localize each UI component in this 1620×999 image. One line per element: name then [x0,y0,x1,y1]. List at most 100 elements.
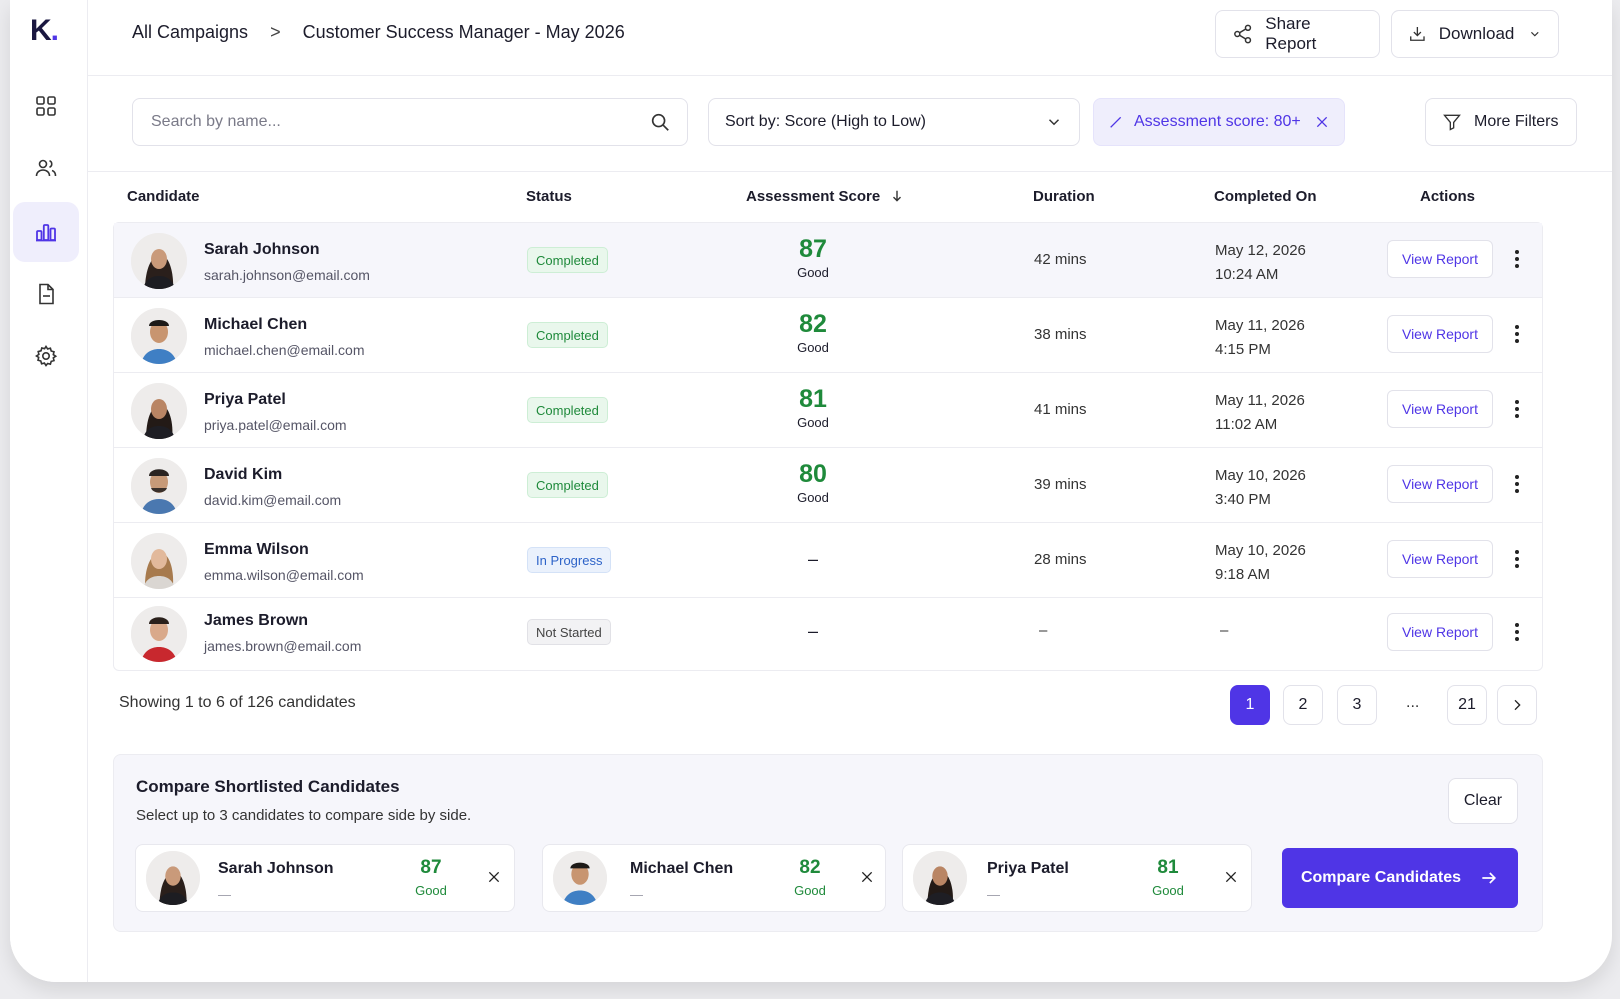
candidate-name[interactable]: Michael Chen [204,316,307,334]
column-header-completed-on: Completed On [1214,188,1317,205]
avatar [131,233,187,289]
avatar [553,851,607,905]
candidates-table: Sarah Johnson sarah.johnson@email.com Co… [113,222,1543,671]
pagination-summary: Showing 1 to 6 of 126 candidates [119,694,356,711]
view-report-button[interactable]: View Report [1387,315,1493,353]
close-icon[interactable] [1314,114,1330,130]
sort-dropdown[interactable]: Sort by: Score (High to Low) [708,98,1080,146]
close-icon[interactable] [486,869,502,885]
avatar [131,308,187,364]
view-report-button[interactable]: View Report [1387,465,1493,503]
compare-candidates-button[interactable]: Compare Candidates [1282,848,1518,908]
compare-panel: Compare Shortlisted Candidates Select up… [113,754,1543,932]
download-icon [1410,26,1425,41]
column-header-candidate: Candidate [127,188,200,205]
more-filters-button[interactable]: More Filters [1425,98,1577,146]
next-page-button[interactable] [1497,685,1537,725]
table-row[interactable]: Emma Wilson emma.wilson@email.com In Pro… [114,523,1542,598]
candidate-name[interactable]: Emma Wilson [204,541,309,559]
page-button-3[interactable]: 3 [1337,685,1377,725]
score-empty: – [807,549,818,569]
duration: – [1039,622,1048,639]
download-label: Download [1438,24,1515,43]
compare-card-score-value: 87 [420,857,442,878]
completed-date: May 10, 2026 [1215,542,1306,559]
completed-on: May 11, 2026 11:02 AM [1215,389,1305,437]
table-header: Candidate Status Assessment Score Durati… [88,172,1612,222]
kebab-icon[interactable] [1507,620,1527,644]
compare-card[interactable]: Sarah Johnson — 87 Good [135,844,515,912]
candidate-email: michael.chen@email.com [204,342,365,358]
close-icon[interactable] [1223,869,1239,885]
compare-candidates-label: Compare Candidates [1300,869,1462,886]
table-row[interactable]: David Kim david.kim@email.com Completed … [114,448,1542,523]
completed-on: May 10, 2026 3:40 PM [1215,464,1306,512]
status-badge: Completed [527,247,608,273]
status-badge: Completed [527,472,608,498]
kebab-icon[interactable] [1507,247,1527,271]
breadcrumb-all-campaigns[interactable]: All Campaigns [132,22,248,43]
table-row[interactable]: James Brown james.brown@email.com Not St… [114,598,1542,670]
kebab-icon[interactable] [1507,397,1527,421]
view-report-button[interactable]: View Report [1387,613,1493,651]
nav-analytics[interactable] [13,202,79,262]
compare-card-score-label: Good [1152,883,1184,898]
status-badge: Completed [527,322,608,348]
score-cell: – [778,535,848,570]
compare-card[interactable]: Michael Chen — 82 Good [542,844,886,912]
candidate-name[interactable]: Priya Patel [204,391,286,409]
share-report-button[interactable]: Share Report [1215,10,1380,58]
filter-icon [1443,114,1461,131]
document-icon [39,283,54,305]
compare-card-name: Sarah Johnson [218,860,334,877]
candidate-name[interactable]: James Brown [204,612,308,630]
avatar [131,533,187,589]
table-row[interactable]: Priya Patel priya.patel@email.com Comple… [114,373,1542,448]
view-report-button[interactable]: View Report [1387,390,1493,428]
table-row[interactable]: Sarah Johnson sarah.johnson@email.com Co… [114,223,1542,298]
candidate-name[interactable]: David Kim [204,466,282,484]
app-logo[interactable]: K. [30,14,59,48]
pencil-icon [1110,116,1122,128]
score-empty: – [807,621,818,641]
compare-card-score: 81 Good [1143,857,1193,898]
compare-card-placeholder: — [630,887,643,902]
column-header-score[interactable]: Assessment Score [746,188,904,205]
kebab-icon[interactable] [1507,547,1527,571]
download-button[interactable]: Download [1391,10,1559,58]
search-icon[interactable] [649,111,671,133]
page-ellipsis: ... [1406,694,1420,711]
chevron-down-icon [1048,119,1060,126]
duration: 41 mins [1034,401,1087,418]
nav-dashboard[interactable] [13,76,79,136]
compare-card-score: 87 Good [406,857,456,898]
search-input[interactable] [133,99,613,145]
active-filter-chip[interactable]: Assessment score: 80+ [1093,98,1345,146]
page-button-1[interactable]: 1 [1230,685,1270,725]
completed-date: – [1220,622,1229,639]
avatar [131,458,187,514]
candidate-name[interactable]: Sarah Johnson [204,241,320,259]
score-value: 81 [799,385,827,413]
status-badge: In Progress [527,547,612,573]
analytics-icon [36,224,56,242]
page-button-2[interactable]: 2 [1283,685,1323,725]
page-button-last[interactable]: 21 [1447,685,1487,725]
compare-card[interactable]: Priya Patel — 81 Good [902,844,1252,912]
close-icon[interactable] [859,869,875,885]
column-header-score-label: Assessment Score [746,188,881,205]
score-value: 80 [799,460,827,488]
view-report-button[interactable]: View Report [1387,540,1493,578]
score-label: Good [797,490,829,505]
nav-settings[interactable] [13,326,79,386]
arrow-down-icon [893,190,902,202]
kebab-icon[interactable] [1507,472,1527,496]
kebab-icon[interactable] [1507,322,1527,346]
clear-button[interactable]: Clear [1448,778,1518,824]
view-report-button[interactable]: View Report [1387,240,1493,278]
nav-candidates[interactable] [13,138,79,198]
table-row[interactable]: Michael Chen michael.chen@email.com Comp… [114,298,1542,373]
chevron-right-icon [1514,699,1521,711]
sort-label: Sort by: Score (High to Low) [725,113,926,130]
nav-documents[interactable] [13,264,79,324]
